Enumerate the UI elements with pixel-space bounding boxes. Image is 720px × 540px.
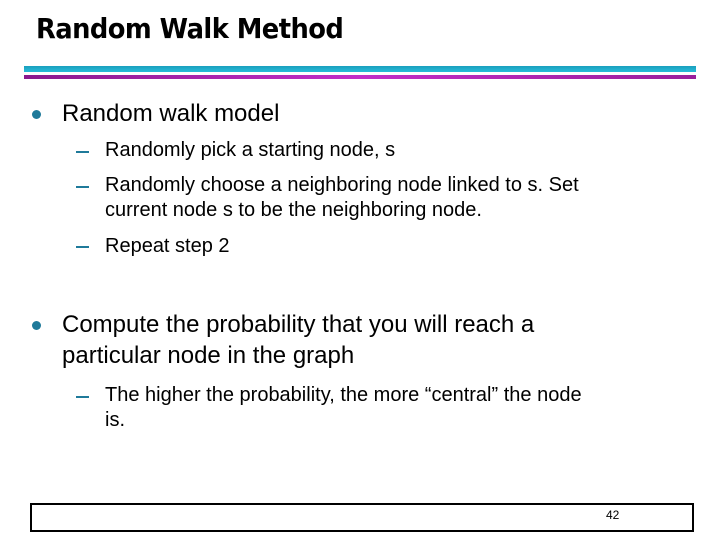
sub-item-text: Randomly choose a neighboring node linke… [105,174,579,196]
bullet-text: Random walk model [62,100,280,127]
bullet-text: particular node in the graph [62,342,355,369]
dash-icon [76,151,89,153]
title-rule-cyan [24,66,696,72]
dash-icon [76,396,89,398]
dash-icon [76,186,89,188]
sub-item-text: is. [105,409,125,431]
bullet-text: Compute the probability that you will re… [62,311,535,338]
sub-item-text: Repeat step 2 [105,235,230,257]
slide-title: Random Walk Method [36,12,344,45]
page-number: 42 [606,508,620,522]
title-rule-magenta [24,75,696,79]
bullet-dot-icon [32,110,41,119]
sub-item-text: The higher the probability, the more “ce… [105,384,582,406]
sub-item-text: current node s to be the neighboring nod… [105,199,482,221]
footer-box [30,503,694,532]
sub-item-text: Randomly pick a starting node, s [105,139,396,161]
bullet-dot-icon [32,321,41,330]
dash-icon [76,246,89,248]
